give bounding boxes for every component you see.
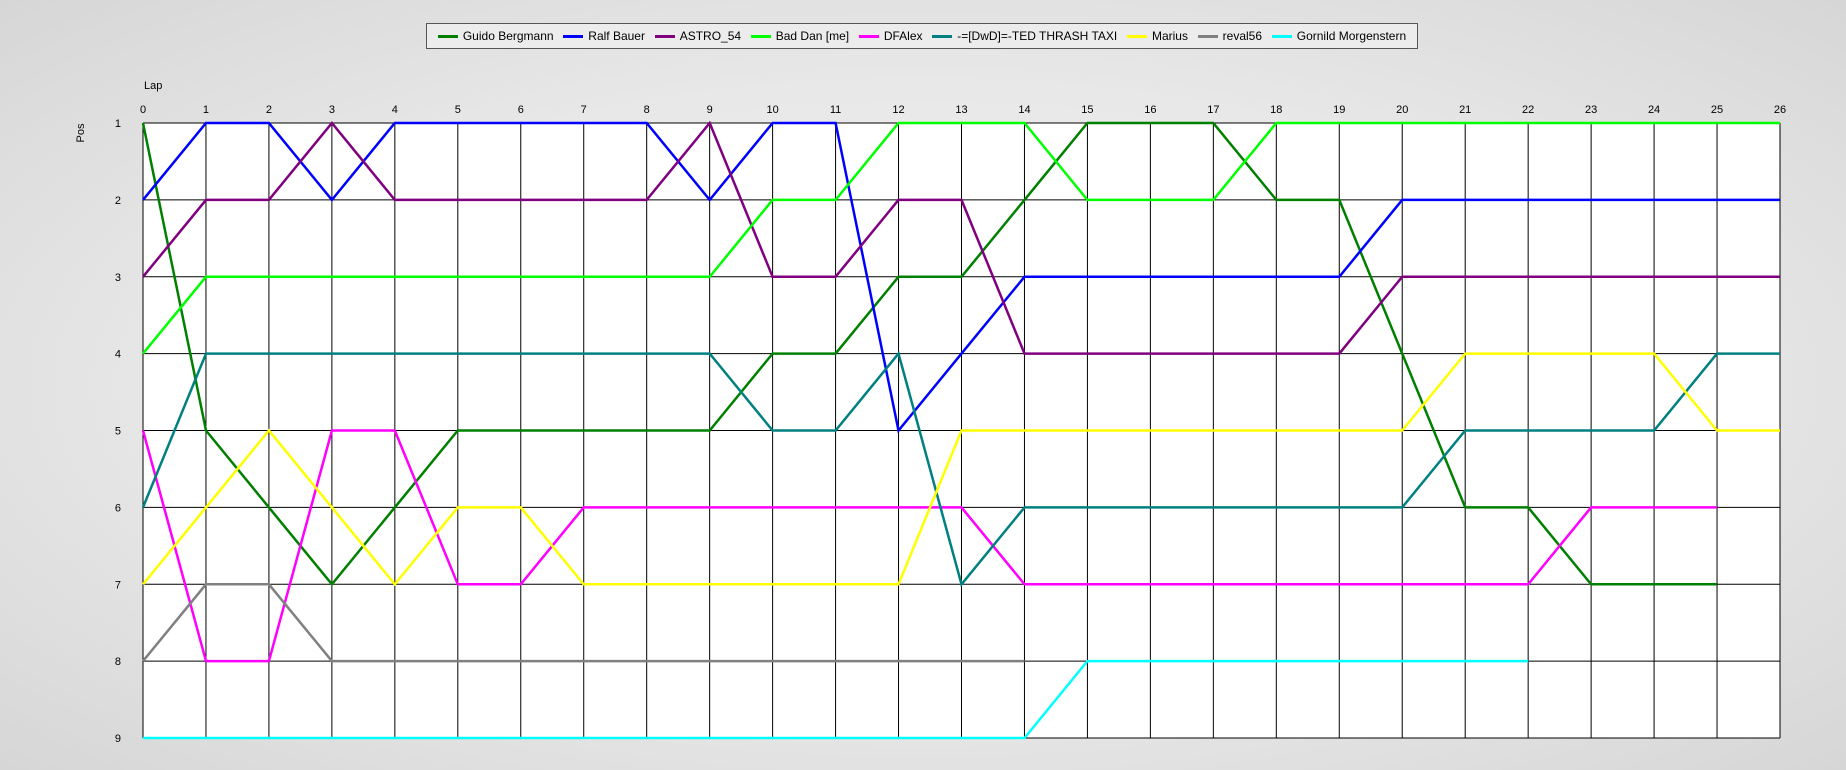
x-tick-label: 16: [1144, 104, 1156, 116]
x-tick-label: 21: [1459, 104, 1471, 116]
x-tick-label: 20: [1396, 104, 1408, 116]
x-tick-label: 2: [266, 104, 272, 116]
y-tick-label: 2: [115, 195, 121, 207]
y-tick-label: 7: [115, 579, 121, 591]
x-axis-label: Lap: [144, 80, 162, 92]
x-tick-label: 3: [329, 104, 335, 116]
y-tick-label: 5: [115, 426, 121, 438]
y-tick-label: 3: [115, 272, 121, 284]
x-tick-label: 24: [1648, 104, 1660, 116]
y-tick-label: 1: [115, 118, 121, 130]
x-tick-label: 15: [1081, 104, 1093, 116]
y-tick-label: 6: [115, 502, 121, 514]
y-axis-label: Pos: [75, 123, 87, 142]
x-tick-label: 19: [1333, 104, 1345, 116]
y-tick-label: 8: [115, 656, 121, 668]
x-tick-label: 18: [1270, 104, 1282, 116]
x-tick-label: 8: [644, 104, 650, 116]
x-tick-label: 14: [1018, 104, 1030, 116]
x-tick-label: 13: [955, 104, 967, 116]
x-tick-label: 1: [203, 104, 209, 116]
x-tick-label: 5: [455, 104, 461, 116]
x-tick-label: 17: [1207, 104, 1219, 116]
x-tick-label: 25: [1711, 104, 1723, 116]
x-tick-label: 12: [892, 104, 904, 116]
x-tick-label: 22: [1522, 104, 1534, 116]
x-tick-label: 26: [1774, 104, 1786, 116]
y-tick-label: 4: [115, 349, 121, 361]
x-tick-label: 9: [707, 104, 713, 116]
x-tick-label: 4: [392, 104, 398, 116]
x-tick-label: 6: [518, 104, 524, 116]
x-tick-label: 0: [140, 104, 146, 116]
y-tick-label: 9: [115, 733, 121, 745]
chart-svg: 0 1 2 3 4 5 6 7 8 9 10 11 12 13 14 15 16 17 18 19 20 21 22 23 24…: [75, 80, 1786, 745]
x-tick-label: 7: [581, 104, 587, 116]
x-tick-label: 23: [1585, 104, 1597, 116]
x-tick-label: 11: [830, 104, 841, 116]
x-tick-label: 10: [766, 104, 778, 116]
